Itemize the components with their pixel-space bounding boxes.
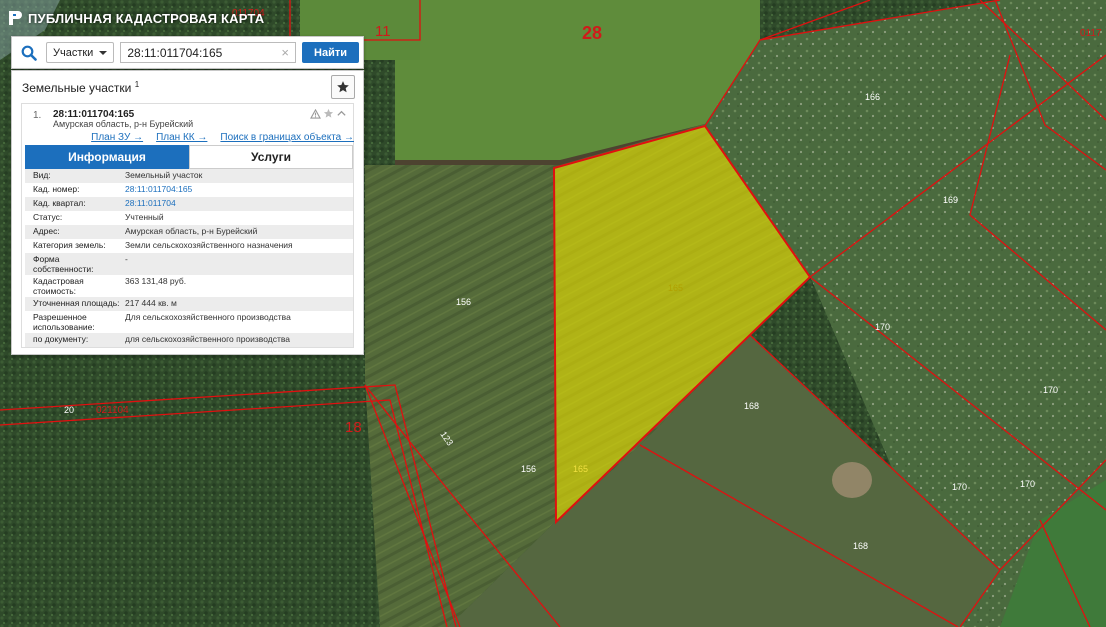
- info-row: Статус: Учтенный: [25, 211, 353, 225]
- info-key: Вид:: [33, 170, 51, 180]
- parcel-label-168-b: 168: [853, 541, 868, 551]
- info-key: Адрес:: [33, 226, 60, 236]
- results-count: 1: [134, 79, 140, 89]
- parcel-label-156-b: 156: [521, 464, 536, 474]
- link-search-in-bounds[interactable]: Поиск в границах объекта →: [220, 132, 354, 143]
- search-bar: Участки 28:11:011704:165 × Найти: [11, 36, 364, 69]
- info-key: Уточненная площадь:: [33, 298, 120, 308]
- quarter-label-28: 28: [582, 23, 602, 43]
- parcel-label-170-a: 170: [875, 322, 890, 332]
- parcel-label-168-a: 168: [744, 401, 759, 411]
- results-panel: Земельные участки 1 1. 28:11:011704:165 …: [11, 70, 364, 355]
- object-type-value: Участки: [53, 46, 94, 59]
- info-value: Земельный участок: [125, 170, 203, 180]
- search-input[interactable]: 28:11:011704:165 ×: [120, 42, 297, 63]
- info-row: Уточненная площадь: 217 444 кв. м: [25, 297, 353, 311]
- results-title: Земельные участки 1: [22, 80, 139, 95]
- info-row: Кадастровая стоимость: 363 131,48 руб.: [25, 275, 353, 297]
- result-address: Амурская область, р-н Бурейский: [53, 119, 194, 129]
- result-card-head: 1. 28:11:011704:165 Амурская область, р-…: [22, 107, 353, 130]
- favorites-button[interactable]: [331, 75, 355, 99]
- info-row: Адрес: Амурская область, р-н Бурейский: [25, 225, 353, 239]
- parcel-label-170-c: 170: [952, 482, 967, 492]
- parcel-label-170-d: 170: [1020, 479, 1035, 489]
- object-type-select[interactable]: Участки: [46, 42, 115, 63]
- result-index: 1.: [33, 110, 42, 121]
- search-panel: Участки 28:11:011704:165 × Найти Земельн…: [11, 36, 364, 355]
- info-value: Для сельскохозяйственного производства: [125, 312, 291, 322]
- info-key: по документу:: [33, 334, 89, 344]
- info-key: Кад. номер:: [33, 184, 80, 194]
- chevron-down-icon: [99, 50, 108, 55]
- result-card-icons: [310, 108, 347, 119]
- app-title-text: ПУБЛИЧНАЯ КАДАСТРОВАЯ КАРТА: [28, 10, 265, 26]
- info-row: Форма собственности: -: [25, 253, 353, 275]
- parcel-label-165: 165: [668, 283, 683, 293]
- star-icon: [337, 81, 349, 93]
- info-key: Кад. квартал:: [33, 198, 86, 208]
- result-card[interactable]: 1. 28:11:011704:165 Амурская область, р-…: [21, 103, 354, 348]
- info-key: Кадастровая стоимость:: [33, 276, 84, 296]
- code-label-20: 20: [64, 405, 74, 415]
- code-label-0117: 0117: [1080, 28, 1102, 39]
- info-row: Категория земель: Земли сельскохозяйствен…: [25, 239, 353, 253]
- parcel-label-156-a: 156: [456, 297, 471, 307]
- warning-icon[interactable]: [310, 108, 321, 119]
- info-value: 217 444 кв. м: [125, 298, 177, 308]
- info-row: Кад. квартал: 28:11:011704: [25, 197, 353, 211]
- find-button[interactable]: Найти: [302, 42, 359, 63]
- quarter-label-18: 18: [345, 419, 362, 436]
- results-title-text: Земельные участки: [22, 80, 132, 95]
- result-tabs: Информация Услуги: [25, 145, 353, 169]
- parcel-label-165-b: 165: [573, 464, 588, 474]
- link-plan-kk[interactable]: План КК →: [156, 132, 207, 143]
- info-key: Разрешенное использование:: [33, 312, 95, 332]
- clearing: [832, 462, 872, 498]
- results-header: Земельные участки 1: [12, 71, 363, 103]
- info-value[interactable]: 28:11:011704:165: [121, 183, 353, 197]
- info-row: Кад. номер: 28:11:011704:165: [25, 183, 353, 197]
- info-key: Статус:: [33, 212, 63, 222]
- result-links: План ЗУ → План КК → Поиск в границах объ…: [22, 130, 354, 145]
- app-logo-icon: [8, 10, 22, 26]
- info-key: Категория земель:: [33, 240, 106, 250]
- search-icon[interactable]: [18, 42, 40, 64]
- info-value: Учтенный: [125, 212, 164, 222]
- info-value: для сельскохозяйственного производства: [125, 334, 291, 344]
- info-row: по документу: для сельскохозяйственного п…: [25, 333, 353, 347]
- clear-icon[interactable]: ×: [281, 45, 289, 60]
- parcel-label-166: 166: [865, 92, 880, 102]
- parcel-label-170-b: 170: [1043, 385, 1058, 395]
- quarter-label-11: 11: [375, 23, 391, 40]
- info-table: Вид: Земельный участок Кад. номер: 28:11:01…: [25, 169, 353, 347]
- info-value: Амурская область, р-н Бурейский: [125, 226, 258, 236]
- info-value: -: [125, 254, 128, 264]
- code-label-021104: 021104: [96, 405, 129, 416]
- info-key: Форма собственности:: [33, 254, 94, 274]
- search-input-value: 28:11:011704:165: [127, 45, 223, 60]
- link-plan-zu[interactable]: План ЗУ →: [91, 132, 143, 143]
- info-value[interactable]: 28:11:011704: [121, 197, 353, 211]
- info-value: Земли сельскохозяйственного назначения: [125, 240, 293, 250]
- app-title: ПУБЛИЧНАЯ КАДАСТРОВАЯ КАРТА: [8, 8, 264, 28]
- parcel-label-169: 169: [943, 195, 958, 205]
- tab-services[interactable]: Услуги: [189, 145, 353, 169]
- info-value: 363 131,48 руб.: [125, 276, 187, 286]
- chevron-up-icon[interactable]: [336, 108, 347, 119]
- info-row: Разрешенное использование: Для сельскохоз…: [25, 311, 353, 333]
- star-outline-icon[interactable]: [323, 108, 334, 119]
- tab-information[interactable]: Информация: [25, 145, 189, 169]
- info-row: Вид: Земельный участок: [25, 169, 353, 183]
